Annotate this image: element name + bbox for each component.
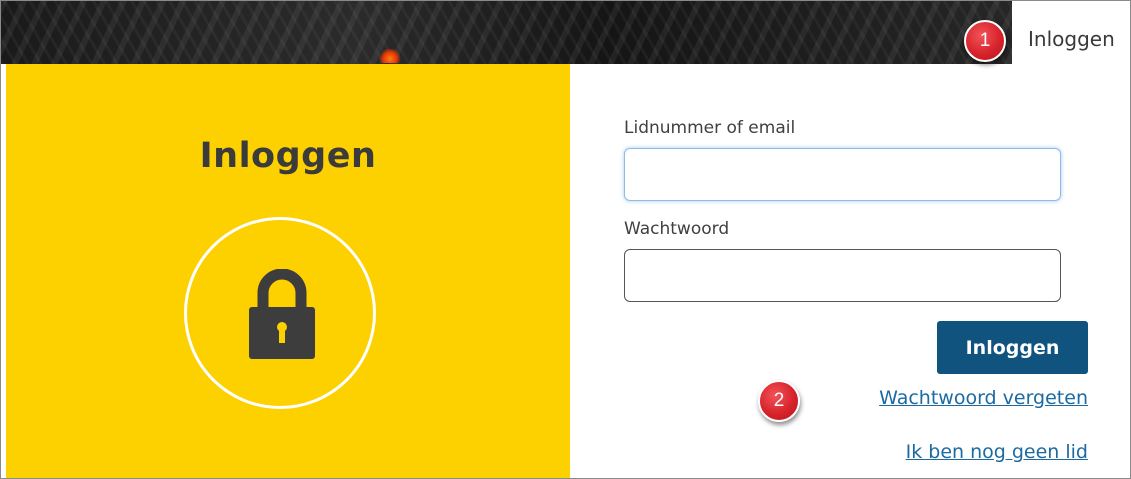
banner-decoration: [379, 49, 401, 63]
lock-ring: [184, 217, 376, 409]
register-link[interactable]: Ik ben nog geen lid: [906, 441, 1088, 463]
header-login-tab[interactable]: Inloggen: [1012, 13, 1130, 64]
login-button[interactable]: Inloggen: [937, 321, 1088, 374]
login-side-panel: Inloggen: [6, 64, 570, 478]
callout-badge-1: 1: [964, 20, 1006, 62]
header-banner: [1, 1, 1012, 64]
login-page: Inloggen 1 Inloggen Lidnummer of email W…: [0, 0, 1131, 479]
username-input[interactable]: [624, 148, 1061, 201]
panel-title: Inloggen: [199, 136, 377, 176]
login-form: Lidnummer of email Wachtwoord Inloggen W…: [570, 64, 1130, 478]
header-login-tab-label: Inloggen: [1028, 26, 1115, 51]
lock-icon: [249, 269, 315, 359]
callout-badge-2: 2: [758, 380, 800, 422]
forgot-password-link[interactable]: Wachtwoord vergeten: [879, 387, 1088, 409]
password-input[interactable]: [624, 249, 1061, 302]
username-label: Lidnummer of email: [624, 118, 796, 138]
password-label: Wachtwoord: [624, 219, 730, 239]
